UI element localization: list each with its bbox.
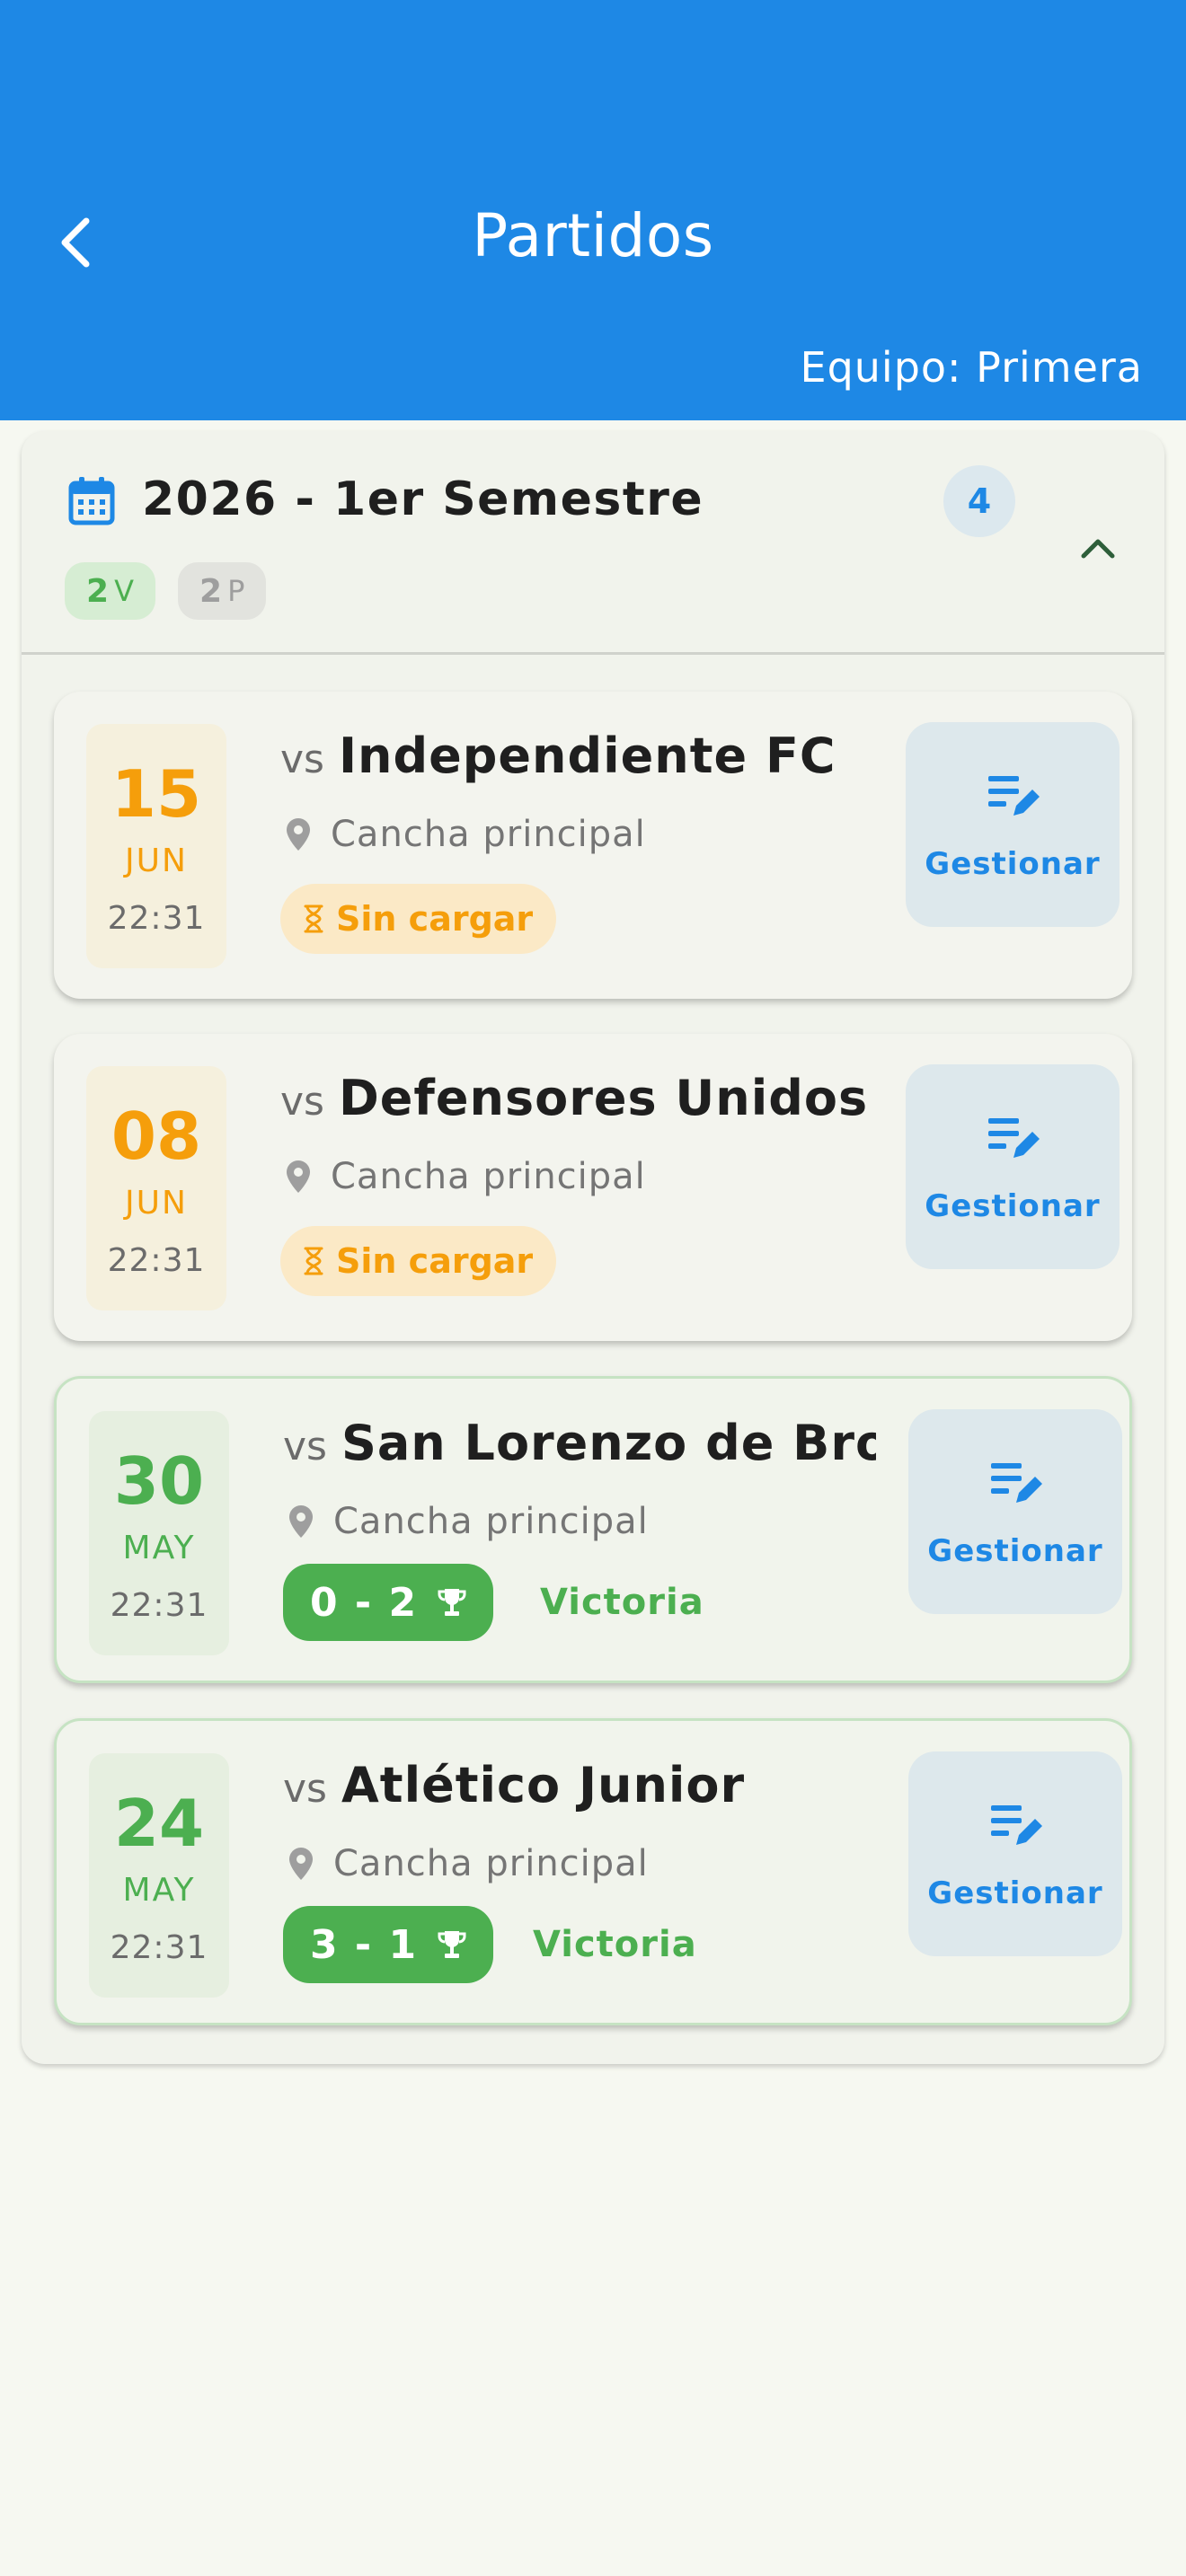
venue-name: Cancha principal xyxy=(331,1156,646,1197)
manage-button[interactable]: Gestionar xyxy=(906,722,1120,927)
manage-button[interactable]: Gestionar xyxy=(908,1751,1122,1956)
wins-badge: 2 V xyxy=(65,562,155,620)
status-text: Sin cargar xyxy=(336,899,534,939)
result-text: Victoria xyxy=(540,1582,704,1623)
opponent-line: vs San Lorenzo de Bro... xyxy=(283,1415,876,1471)
match-card[interactable]: 08 JUN 22:31 vs Defensores Unidos Cancha … xyxy=(54,1034,1132,1341)
opponent-name: Defensores Unidos xyxy=(338,1070,869,1126)
match-month: JUN xyxy=(125,1185,188,1222)
divider xyxy=(22,652,1164,655)
result-text: Victoria xyxy=(533,1924,697,1965)
wins-letter: V xyxy=(114,574,134,608)
semester-title: 2026 - 1er Semestre xyxy=(142,472,704,526)
location-pin-icon xyxy=(283,1504,319,1539)
venue-line: Cancha principal xyxy=(283,1501,649,1542)
losses-count: 2 xyxy=(199,572,223,610)
edit-list-icon xyxy=(991,1463,1042,1503)
vs-label: vs xyxy=(280,737,324,782)
edit-list-icon xyxy=(988,776,1040,816)
wins-count: 2 xyxy=(86,572,110,610)
venue-name: Cancha principal xyxy=(333,1501,649,1542)
location-pin-icon xyxy=(283,1846,319,1882)
match-day: 15 xyxy=(111,756,202,832)
calendar-icon xyxy=(68,477,115,525)
match-day: 24 xyxy=(113,1786,205,1861)
match-card[interactable]: 15 JUN 22:31 vs Independiente FC Cancha p… xyxy=(54,692,1132,999)
chevron-up-icon xyxy=(1081,539,1115,559)
losses-badge: 2 P xyxy=(178,562,267,620)
date-box: 08 JUN 22:31 xyxy=(86,1066,226,1310)
score-text: 3 - 1 xyxy=(310,1921,419,1968)
trophy-icon xyxy=(438,1589,466,1616)
hourglass-icon xyxy=(304,1247,323,1275)
venue-name: Cancha principal xyxy=(333,1843,649,1884)
match-time: 22:31 xyxy=(110,1587,208,1624)
date-box: 30 MAY 22:31 xyxy=(89,1411,229,1655)
opponent-name: Atlético Junior xyxy=(341,1757,746,1813)
collapse-toggle[interactable] xyxy=(1071,521,1125,575)
manage-label: Gestionar xyxy=(925,846,1101,882)
vs-label: vs xyxy=(283,1424,327,1469)
team-label: Equipo: Primera xyxy=(800,343,1143,392)
match-month: JUN xyxy=(125,842,188,879)
status-chip: Sin cargar xyxy=(280,1226,557,1296)
match-time: 22:31 xyxy=(107,900,206,937)
manage-label: Gestionar xyxy=(927,1533,1103,1569)
manage-label: Gestionar xyxy=(927,1875,1103,1911)
score-chip: 3 - 1 xyxy=(283,1906,494,1983)
match-day: 30 xyxy=(113,1443,205,1519)
losses-letter: P xyxy=(227,574,245,608)
venue-name: Cancha principal xyxy=(331,814,646,855)
opponent-line: vs Independiente FC xyxy=(280,728,873,784)
venue-line: Cancha principal xyxy=(280,814,646,855)
app-bar: Partidos Equipo: Primera xyxy=(0,0,1186,420)
opponent-line: vs Defensores Unidos xyxy=(280,1070,873,1126)
score-chip: 0 - 2 xyxy=(283,1564,494,1641)
match-count-badge: 4 xyxy=(943,465,1015,537)
match-time: 22:31 xyxy=(107,1242,206,1279)
vs-label: vs xyxy=(283,1766,327,1812)
match-time: 22:31 xyxy=(110,1929,208,1966)
match-month: MAY xyxy=(122,1530,196,1566)
match-month: MAY xyxy=(122,1872,196,1909)
page-title: Partidos xyxy=(472,201,714,270)
semester-header[interactable]: 2026 - 1er Semestre 2 V 2 P 4 xyxy=(22,431,1164,654)
match-card[interactable]: 30 MAY 22:31 vs San Lorenzo de Bro... Can… xyxy=(54,1376,1132,1683)
edit-list-icon xyxy=(991,1805,1042,1845)
date-box: 15 JUN 22:31 xyxy=(86,724,226,968)
venue-line: Cancha principal xyxy=(283,1843,649,1884)
match-day: 08 xyxy=(111,1098,202,1174)
location-pin-icon xyxy=(280,816,316,852)
venue-line: Cancha principal xyxy=(280,1156,646,1197)
match-card[interactable]: 24 MAY 22:31 vs Atlético Junior Cancha pr… xyxy=(54,1718,1132,2025)
manage-label: Gestionar xyxy=(925,1188,1101,1224)
hourglass-icon xyxy=(304,904,323,933)
opponent-name: Independiente FC xyxy=(338,728,836,784)
trophy-icon xyxy=(438,1931,466,1958)
opponent-name: San Lorenzo de Bro... xyxy=(341,1415,876,1471)
location-pin-icon xyxy=(280,1159,316,1195)
edit-list-icon xyxy=(988,1118,1040,1158)
opponent-line: vs Atlético Junior xyxy=(283,1757,876,1813)
date-box: 24 MAY 22:31 xyxy=(89,1753,229,1998)
vs-label: vs xyxy=(280,1079,324,1125)
manage-button[interactable]: Gestionar xyxy=(908,1409,1122,1614)
semester-panel: 2026 - 1er Semestre 2 V 2 P 4 15 JUN 22:… xyxy=(22,431,1164,2064)
manage-button[interactable]: Gestionar xyxy=(906,1064,1120,1269)
score-text: 0 - 2 xyxy=(310,1579,419,1626)
status-text: Sin cargar xyxy=(336,1241,534,1281)
status-chip: Sin cargar xyxy=(280,884,557,954)
